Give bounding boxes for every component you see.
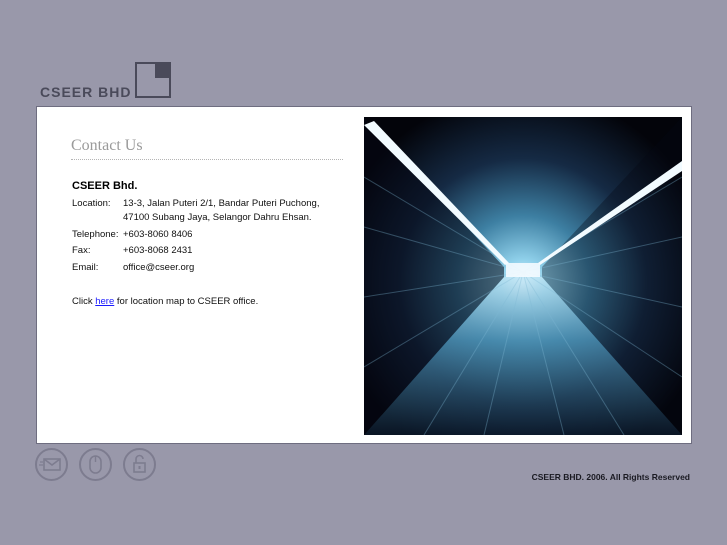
fax-value: +603-8068 2431 bbox=[123, 245, 193, 256]
fax-row: Fax: +603-8068 2431 bbox=[72, 244, 192, 258]
location-map-line: Click here for location map to CSEER off… bbox=[72, 296, 258, 307]
page-title: Contact Us bbox=[71, 137, 143, 154]
tunnel-photo-image bbox=[364, 117, 682, 435]
telephone-value: +603-8060 8406 bbox=[123, 229, 193, 240]
mouse-icon[interactable] bbox=[79, 448, 112, 481]
location-line-2: 47100 Subang Jaya, Selangor Dahru Ehsan. bbox=[123, 212, 312, 223]
location-row-2: 47100 Subang Jaya, Selangor Dahru Ehsan. bbox=[72, 211, 312, 225]
email-row: Email: office@cseer.org bbox=[72, 261, 194, 275]
telephone-label: Telephone: bbox=[72, 229, 119, 240]
company-name: CSEER Bhd. bbox=[72, 180, 138, 192]
email-label: Email: bbox=[72, 262, 99, 273]
email-icon[interactable] bbox=[35, 448, 68, 481]
click-prefix: Click bbox=[72, 296, 93, 307]
location-line-1: 13-3, Jalan Puteri 2/1, Bandar Puteri Pu… bbox=[123, 198, 320, 209]
logo-square-icon bbox=[135, 62, 171, 98]
location-label: Location: bbox=[72, 198, 111, 209]
location-map-link[interactable]: here bbox=[95, 296, 114, 307]
content-panel: Contact Us CSEER Bhd. Location: 13-3, Ja… bbox=[36, 106, 692, 444]
logo-text: CSEER BHD bbox=[40, 84, 132, 100]
copyright-text: CSEER BHD. 2006. All Rights Reserved bbox=[531, 472, 690, 482]
fax-label: Fax: bbox=[72, 245, 91, 256]
telephone-row: Telephone: +603-8060 8406 bbox=[72, 228, 192, 242]
lock-icon[interactable] bbox=[123, 448, 156, 481]
click-suffix: for location map to CSEER office. bbox=[116, 296, 259, 307]
email-value: office@cseer.org bbox=[123, 262, 195, 273]
tunnel-photo bbox=[364, 117, 682, 435]
contact-heading: Contact Us bbox=[71, 137, 343, 160]
location-row: Location: 13-3, Jalan Puteri 2/1, Bandar… bbox=[72, 197, 319, 211]
